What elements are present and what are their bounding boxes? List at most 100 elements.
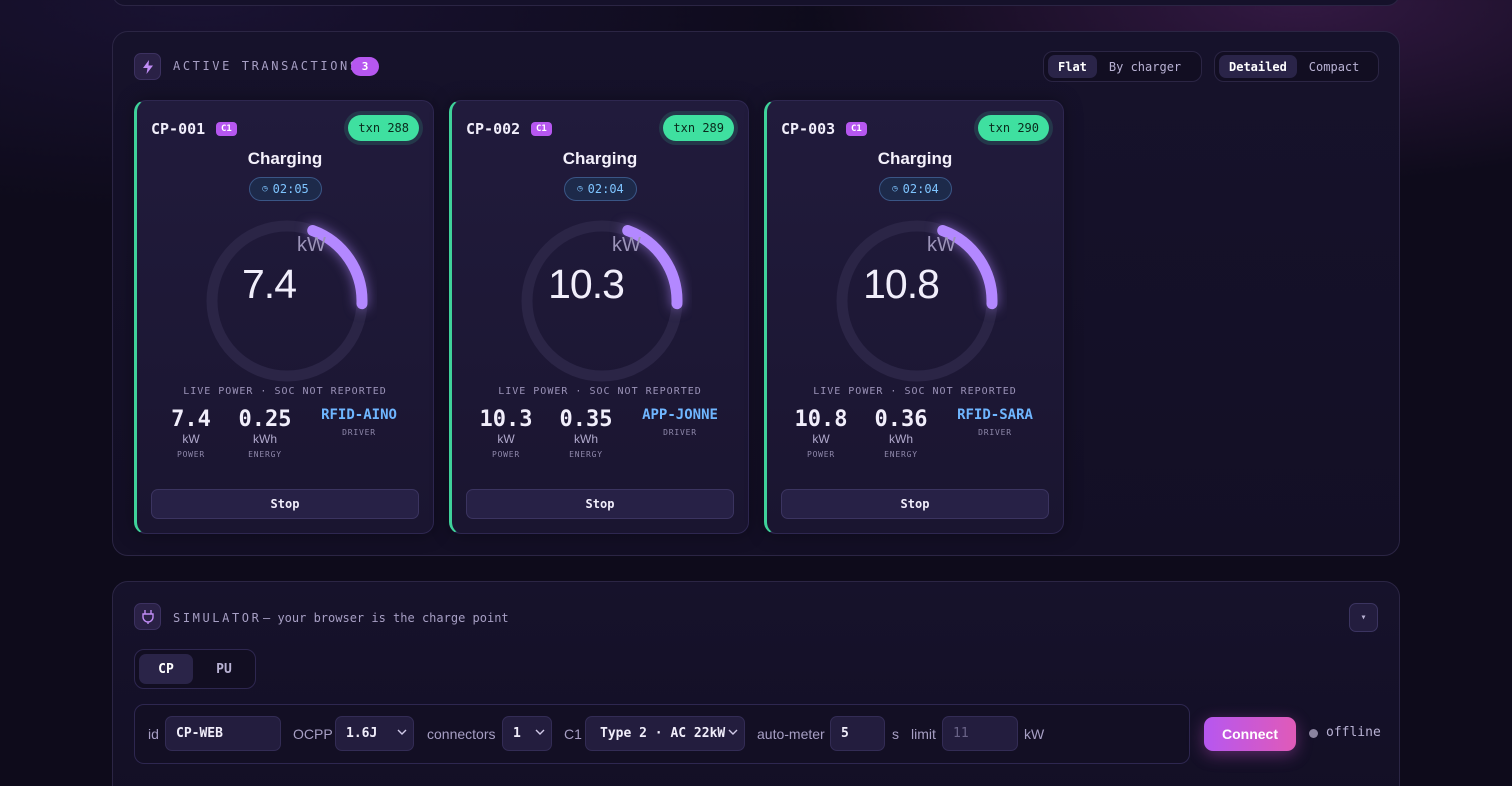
limit-unit: kW (1024, 726, 1045, 742)
clock-icon: ◷ (577, 184, 583, 194)
driver-stat: APP-JONNE DRIVER (630, 407, 730, 437)
transaction-card: CP-001 C1 txn 288 Charging ◷ 02:05 kW 7.… (134, 100, 434, 534)
connectors-select[interactable]: 1 (502, 716, 552, 751)
power-stat: 10.3 kW POWER (478, 407, 534, 459)
charging-status: Charging (562, 149, 638, 168)
limit-label: limit (911, 726, 936, 742)
clock-icon: ◷ (262, 184, 268, 194)
live-power-label: LIVE POWER · SOC NOT REPORTED (498, 386, 702, 397)
transaction-id-badge: txn 289 (663, 115, 734, 141)
charging-status: Charging (877, 149, 953, 168)
stop-button[interactable]: Stop (781, 489, 1049, 519)
stop-button[interactable]: Stop (151, 489, 419, 519)
energy-stat: 0.35 kWh ENERGY (556, 407, 616, 459)
auto-meter-label: auto-meter (757, 726, 825, 742)
chevron-down-icon (535, 729, 545, 735)
connect-button[interactable]: Connect (1204, 717, 1296, 751)
driver-stat: RFID-AINO DRIVER (309, 407, 409, 437)
session-timer: ◷ 02:05 (249, 177, 322, 201)
view-by-charger-button[interactable]: By charger (1099, 55, 1191, 78)
driver-label: DRIVER (978, 428, 1012, 437)
charge-point-id: CP-002 (466, 120, 521, 138)
transaction-count-badge: 3 (351, 57, 379, 76)
charge-point-id: CP-003 (781, 120, 836, 138)
charging-status: Charging (247, 149, 323, 168)
connector-type-select[interactable]: Type 2 · AC 22kW (585, 716, 745, 751)
mode-pu-button[interactable]: PU (197, 654, 251, 684)
energy-unit: kWh (889, 432, 913, 446)
power-value: 10.8 (794, 407, 848, 432)
simulator-panel: SIMULATOR — your browser is the charge p… (112, 581, 1400, 786)
energy-label: ENERGY (248, 450, 282, 459)
chevron-down-icon: ▾ (1360, 612, 1367, 623)
session-timer: ◷ 02:04 (879, 177, 952, 201)
power-stat: 7.4 kW POWER (169, 407, 213, 459)
power-label: POWER (806, 450, 836, 459)
panel-title: ACTIVE TRANSACTIONS (173, 59, 360, 73)
transaction-id-badge: txn 290 (978, 115, 1049, 141)
power-label: POWER (176, 450, 206, 459)
power-unit: kW (812, 432, 830, 446)
energy-value: 0.25 (238, 407, 292, 432)
power-stat: 10.8 kW POWER (793, 407, 849, 459)
auto-meter-unit: s (892, 726, 899, 742)
connector-badge: C1 (846, 122, 867, 136)
session-timer: ◷ 02:04 (564, 177, 637, 201)
connection-status-dot (1309, 729, 1318, 738)
simulator-subtitle: — your browser is the charge point (263, 611, 509, 625)
live-power-label: LIVE POWER · SOC NOT REPORTED (813, 386, 1017, 397)
collapse-toggle-button[interactable]: ▾ (1349, 603, 1378, 632)
driver-value: RFID-SARA (957, 407, 1033, 423)
simulator-mode-toggle: CP PU (134, 649, 256, 689)
gauge-value: 10.3 (548, 261, 625, 307)
gauge-unit: kW (927, 234, 956, 256)
live-power-label: LIVE POWER · SOC NOT REPORTED (183, 386, 387, 397)
power-unit: kW (182, 432, 200, 446)
transaction-id-badge: txn 288 (348, 115, 419, 141)
driver-label: DRIVER (342, 428, 376, 437)
simulator-config-row: id CP-WEB OCPP 1.6J connectors 1 C1 Type… (134, 704, 1190, 764)
energy-unit: kWh (574, 432, 598, 446)
chevron-down-icon (397, 729, 407, 735)
power-label: POWER (491, 450, 521, 459)
energy-label: ENERGY (884, 450, 918, 459)
stop-button[interactable]: Stop (466, 489, 734, 519)
clock-icon: ◷ (892, 184, 898, 194)
limit-input[interactable]: 11 (942, 716, 1018, 751)
energy-label: ENERGY (569, 450, 603, 459)
charge-point-id: CP-001 (151, 120, 206, 138)
gauge-unit: kW (297, 234, 326, 256)
power-value: 10.3 (479, 407, 533, 432)
view-flat-button[interactable]: Flat (1048, 55, 1097, 78)
gauge-value: 7.4 (242, 261, 297, 307)
transaction-card: CP-002 C1 txn 289 Charging ◷ 02:04 kW 10… (449, 100, 749, 534)
energy-stat: 0.36 kWh ENERGY (871, 407, 931, 459)
id-input[interactable]: CP-WEB (165, 716, 281, 751)
connectors-select-value: 1 (513, 726, 521, 741)
ocpp-select-value: 1.6J (346, 726, 378, 741)
driver-label: DRIVER (663, 428, 697, 437)
timer-value: 02:04 (587, 182, 624, 196)
view-mode-toggle: Flat By charger (1043, 51, 1202, 82)
active-transactions-panel: ACTIVE TRANSACTIONS 3 Flat By charger De… (112, 31, 1400, 556)
connector-type-value: Type 2 · AC 22kW (600, 726, 726, 741)
timer-value: 02:05 (272, 182, 309, 196)
driver-value: APP-JONNE (642, 407, 718, 423)
density-compact-button[interactable]: Compact (1299, 55, 1370, 78)
energy-stat: 0.25 kWh ENERGY (235, 407, 295, 459)
density-detailed-button[interactable]: Detailed (1219, 55, 1297, 78)
driver-stat: RFID-SARA DRIVER (945, 407, 1045, 437)
ocpp-select[interactable]: 1.6J (335, 716, 414, 751)
mode-cp-button[interactable]: CP (139, 654, 193, 684)
plug-icon (134, 603, 161, 630)
connectors-label: connectors (427, 726, 496, 742)
auto-meter-input[interactable]: 5 (830, 716, 885, 751)
driver-value: RFID-AINO (321, 407, 397, 423)
energy-value: 0.35 (559, 407, 613, 432)
lightning-icon (134, 53, 161, 80)
energy-unit: kWh (253, 432, 277, 446)
gauge-unit: kW (612, 234, 641, 256)
simulator-title: SIMULATOR (173, 611, 262, 625)
connector-badge: C1 (216, 122, 237, 136)
chevron-down-icon (728, 729, 738, 735)
